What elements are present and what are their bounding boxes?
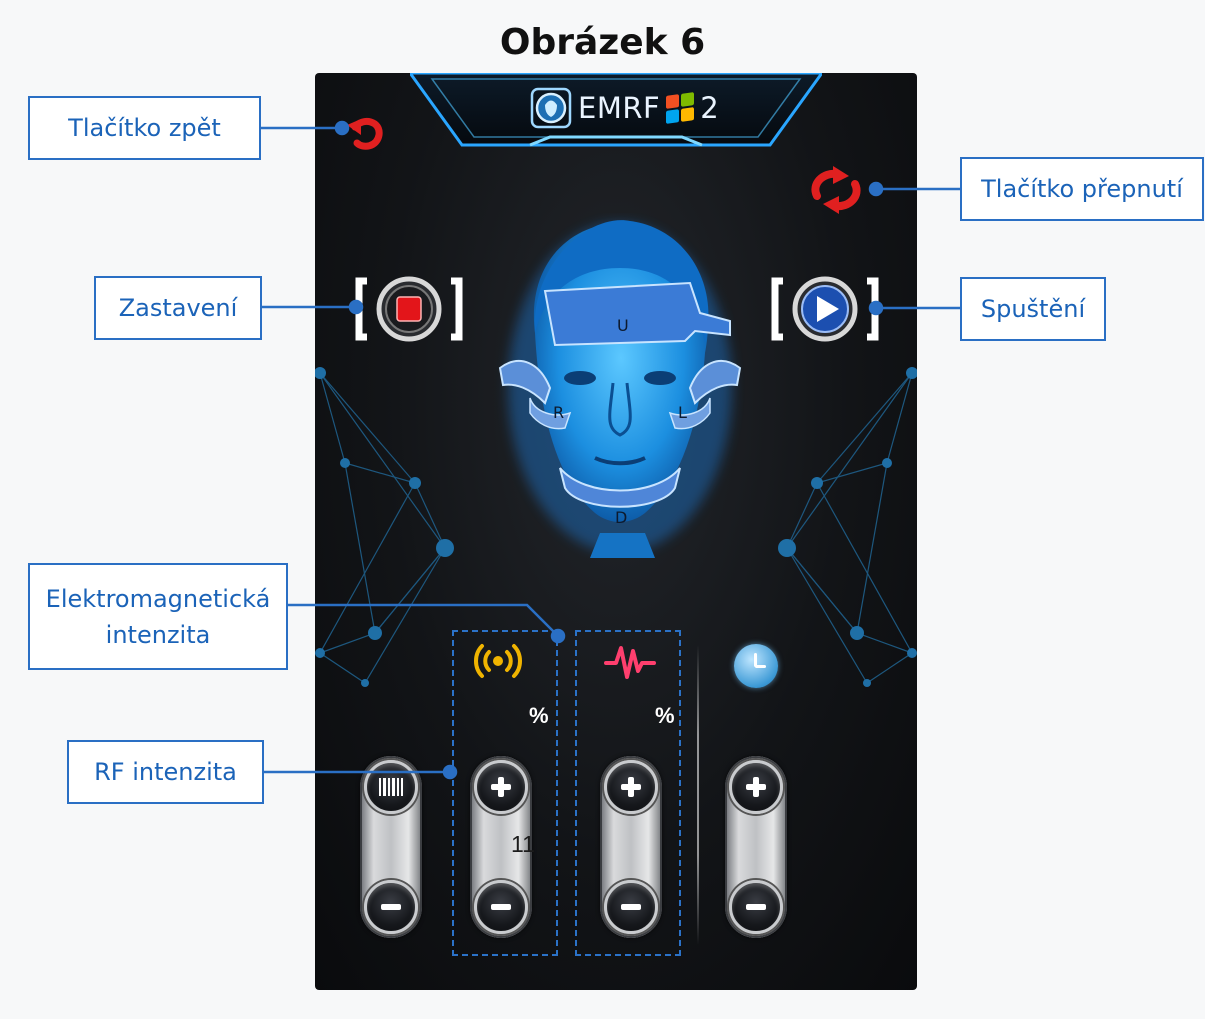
- minus-icon: [746, 904, 766, 910]
- time-plus-button[interactable]: [729, 760, 783, 814]
- brand-number: 2: [700, 91, 720, 125]
- callout-em-text-line2: intenzita: [105, 620, 211, 649]
- clock-icon: [734, 644, 778, 688]
- minus-icon: [491, 904, 511, 910]
- face-label-up: U: [617, 316, 629, 335]
- network-decoration-right: [778, 367, 917, 687]
- time-minus-button[interactable]: [729, 880, 783, 934]
- callout-em-text-line1: Elektromagnetická: [45, 584, 271, 613]
- em-intensity-slider: [600, 756, 662, 938]
- rf-plus-button[interactable]: [474, 760, 528, 814]
- face-label-right: R: [553, 403, 564, 422]
- callout-start-text: Spuštění: [980, 295, 1086, 323]
- barcode-icon: [379, 778, 403, 796]
- windows-logo-icon: [666, 92, 695, 124]
- callout-stop: Zastavení: [94, 276, 262, 340]
- brand-face-icon: [530, 87, 572, 129]
- time-slider: [725, 756, 787, 938]
- minus-icon: [381, 904, 401, 910]
- callout-back-button: Tlačítko zpět: [28, 96, 261, 160]
- signal-icon: [474, 644, 522, 678]
- em-minus-button[interactable]: [604, 880, 658, 934]
- callout-back-text: Tlačítko zpět: [68, 114, 221, 142]
- column-separator: [697, 645, 699, 945]
- callout-switch-button: Tlačítko přepnutí: [960, 157, 1204, 221]
- rf-unit-label: %: [529, 703, 549, 728]
- figure-title: Obrázek 6: [499, 22, 706, 63]
- face-label-left: L: [678, 403, 687, 422]
- device-screen: EMRF 2 U R L D % % 11: [315, 73, 917, 990]
- callout-switch-text: Tlačítko přepnutí: [981, 175, 1183, 203]
- rf-minus-button[interactable]: [474, 880, 528, 934]
- callout-rf-intensity: RF intenzita: [67, 740, 264, 804]
- stop-icon: [396, 296, 422, 322]
- wave-icon: [604, 646, 656, 679]
- brand-logo: EMRF 2: [530, 85, 719, 131]
- handpiece-minus-button[interactable]: [364, 880, 418, 934]
- callout-rf-text: RF intenzita: [94, 758, 237, 786]
- callout-stop-text: Zastavení: [118, 294, 238, 322]
- network-decoration-left: [315, 367, 454, 687]
- start-button[interactable]: [771, 273, 879, 345]
- plus-icon: [746, 777, 766, 797]
- face-illustration: U R L D: [498, 220, 742, 558]
- minus-icon: [621, 904, 641, 910]
- back-button[interactable]: [345, 113, 389, 153]
- em-plus-button[interactable]: [604, 760, 658, 814]
- handpiece-button[interactable]: [364, 760, 418, 814]
- face-label-down: D: [615, 508, 627, 527]
- callout-start: Spuštění: [960, 277, 1106, 341]
- brand-text: EMRF: [578, 91, 661, 125]
- intensity-value: 11: [511, 831, 535, 857]
- em-unit-label: %: [655, 703, 675, 728]
- stop-button[interactable]: [355, 273, 463, 345]
- switch-button[interactable]: [805, 166, 867, 214]
- callout-em-intensity: Elektromagnetická intenzita: [28, 563, 288, 670]
- handpiece-slider: [360, 756, 422, 938]
- plus-icon: [491, 777, 511, 797]
- plus-icon: [621, 777, 641, 797]
